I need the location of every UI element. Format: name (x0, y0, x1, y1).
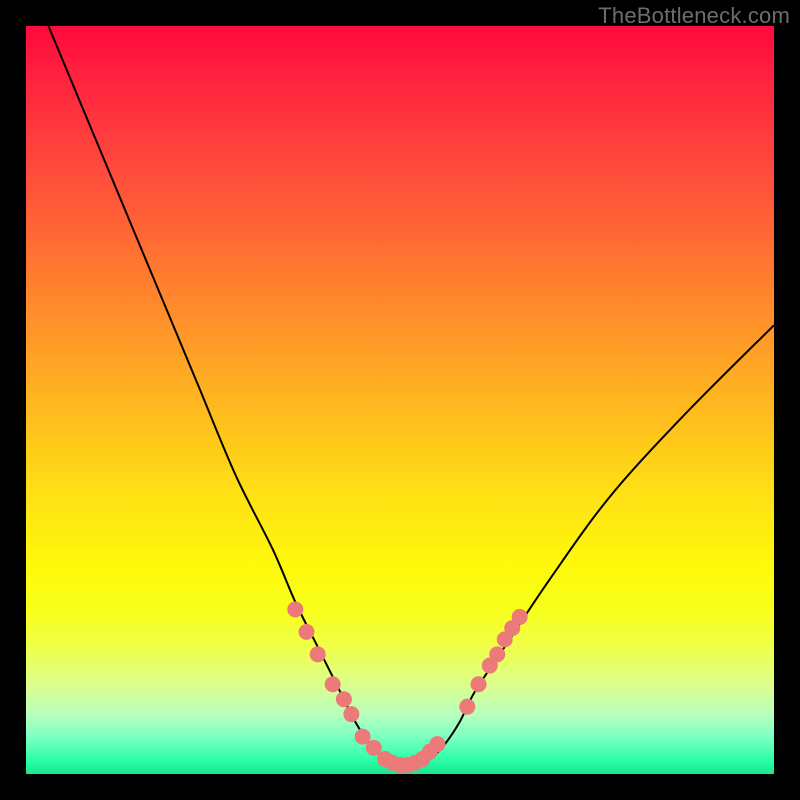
curve-marker (489, 646, 505, 662)
curve-marker (325, 676, 341, 692)
chart-plot-area (26, 26, 774, 774)
chart-frame: TheBottleneck.com (0, 0, 800, 800)
curve-marker (471, 676, 487, 692)
curve-marker (343, 706, 359, 722)
curve-marker (336, 691, 352, 707)
bottleneck-curve (48, 26, 774, 767)
curve-markers (287, 601, 527, 773)
curve-marker (429, 736, 445, 752)
curve-marker (310, 646, 326, 662)
curve-marker (299, 624, 315, 640)
chart-svg (26, 26, 774, 774)
curve-marker (512, 609, 528, 625)
curve-marker (287, 601, 303, 617)
curve-marker (459, 699, 475, 715)
